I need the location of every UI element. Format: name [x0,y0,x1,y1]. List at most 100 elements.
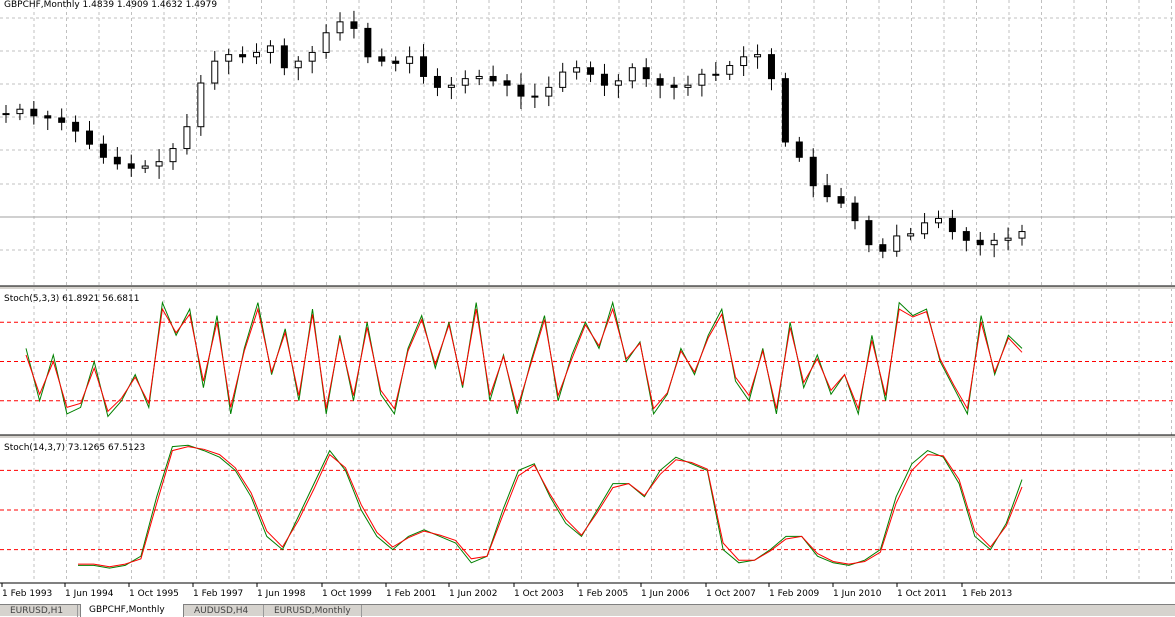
candle-body[interactable] [614,80,622,86]
candle-body[interactable] [976,239,984,246]
candle-body[interactable] [266,45,274,53]
candle-body[interactable] [712,73,720,76]
candle-body[interactable] [879,244,887,252]
candle-body[interactable] [948,217,956,233]
candle-body[interactable] [155,161,163,167]
candle-body[interactable] [392,60,400,64]
candle-body[interactable] [253,51,261,58]
candle-body[interactable] [684,84,692,88]
stoch-14-3-7-label: Stoch(14,3,7) 73.1265 67.5123 [4,443,145,453]
candle-body[interactable] [531,95,539,98]
x-tick-label: 1 Oct 2003 [514,589,564,599]
chart-background [0,0,1175,604]
candle-body[interactable] [239,54,247,58]
candle-body[interactable] [600,73,608,86]
candle-body[interactable] [113,156,121,165]
candle-body[interactable] [364,27,372,58]
candle-body[interactable] [16,108,24,115]
x-tick-label: 1 Feb 1993 [2,589,52,599]
candle-body[interactable] [294,60,302,69]
candle-body[interactable] [990,239,998,246]
candle-body[interactable] [378,56,386,62]
candle-body[interactable] [740,56,748,67]
candle-body[interactable] [433,75,441,88]
candle-body[interactable] [350,21,358,29]
x-tick-label: 1 Oct 1999 [322,589,372,599]
candle-body[interactable] [545,86,553,97]
candle-body[interactable] [698,73,706,86]
candle-body[interactable] [72,121,80,132]
tab-audusd-h4[interactable]: AUDUSD,H4 [186,605,264,617]
candle-body[interactable] [225,54,233,62]
price-pane-label: GBPCHF,Monthly 1.4839 1.4909 1.4632 1.49… [4,0,217,10]
x-tick-label: 1 Oct 1995 [129,589,179,599]
candle-body[interactable] [795,141,803,158]
candle-body[interactable] [726,65,734,75]
x-tick-label: 1 Jun 2010 [833,589,882,599]
tab-gbpchf-monthly[interactable]: GBPCHF,Monthly [80,604,184,617]
candle-body[interactable] [141,165,149,169]
candle-body[interactable] [308,51,316,62]
candle-body[interactable] [127,163,135,169]
candle-body[interactable] [865,220,873,246]
candle-body[interactable] [197,82,205,128]
candle-body[interactable] [183,126,191,150]
candle-body[interactable] [642,67,650,80]
candle-body[interactable] [99,143,107,158]
candle-body[interactable] [1004,237,1012,241]
candle-body[interactable] [44,115,52,119]
candle-body[interactable] [406,56,414,64]
x-tick-label: 1 Feb 2009 [769,589,820,599]
candle-body[interactable] [30,108,38,117]
candle-body[interactable] [809,156,817,187]
x-tick-label: 1 Oct 2011 [897,589,947,599]
candle-body[interactable] [461,78,469,86]
candle-body[interactable] [447,84,455,88]
candle-body[interactable] [86,130,94,145]
candle-body[interactable] [420,56,428,77]
candle-body[interactable] [336,21,344,34]
x-tick-label: 1 Oct 2007 [706,589,756,599]
x-tick-label: 1 Feb 2001 [386,589,436,599]
candle-body[interactable] [517,84,525,97]
candle-body[interactable] [670,84,678,88]
candle-body[interactable] [781,78,789,143]
candle-body[interactable] [58,117,66,123]
candle-body[interactable] [837,196,845,204]
candle-body[interactable] [628,67,636,82]
candle-body[interactable] [322,32,330,53]
candle-body[interactable] [169,148,177,163]
candle-body[interactable] [559,71,567,88]
chart-tab-bar: EURUSD,H1 GBPCHF,Monthly AUDUSD,H4 EURUS… [0,604,1175,617]
candle-body[interactable] [851,202,859,222]
candle-body[interactable] [823,185,831,198]
candle-body[interactable] [907,233,915,237]
candle-body[interactable] [767,54,775,80]
candle-body[interactable] [656,78,664,86]
candle-body[interactable] [1018,231,1026,239]
chart-area[interactable]: GBPCHF,Monthly 1.4839 1.4909 1.4632 1.49… [0,0,1175,616]
candle-body[interactable] [211,60,219,84]
candle-body[interactable] [587,67,595,75]
candle-body[interactable] [475,75,483,80]
candle-body[interactable] [489,75,497,82]
candle-body[interactable] [893,235,901,252]
tab-eurusd-h1[interactable]: EURUSD,H1 [2,605,78,617]
candle-body[interactable] [280,45,288,69]
tab-eurusd-monthly[interactable]: EURUSD,Monthly [266,605,362,617]
x-tick-label: 1 Feb 2005 [578,589,628,599]
x-tick-label: 1 Feb 1997 [193,589,243,599]
candle-body[interactable] [573,67,581,73]
x-tick-label: 1 Jun 1998 [257,589,306,599]
x-tick-label: 1 Jun 2006 [641,589,690,599]
candle-body[interactable] [934,217,942,224]
x-tick-label: 1 Jun 1994 [65,589,114,599]
candle-body[interactable] [503,80,511,86]
candle-body[interactable] [962,231,970,241]
x-tick-label: 1 Feb 2013 [962,589,1012,599]
candle-body[interactable] [754,54,762,58]
candle-body[interactable] [2,113,10,116]
x-tick-label: 1 Jun 2002 [449,589,497,599]
stoch-5-3-3-label: Stoch(5,3,3) 61.8921 56.6811 [4,294,139,304]
candle-body[interactable] [921,222,929,235]
